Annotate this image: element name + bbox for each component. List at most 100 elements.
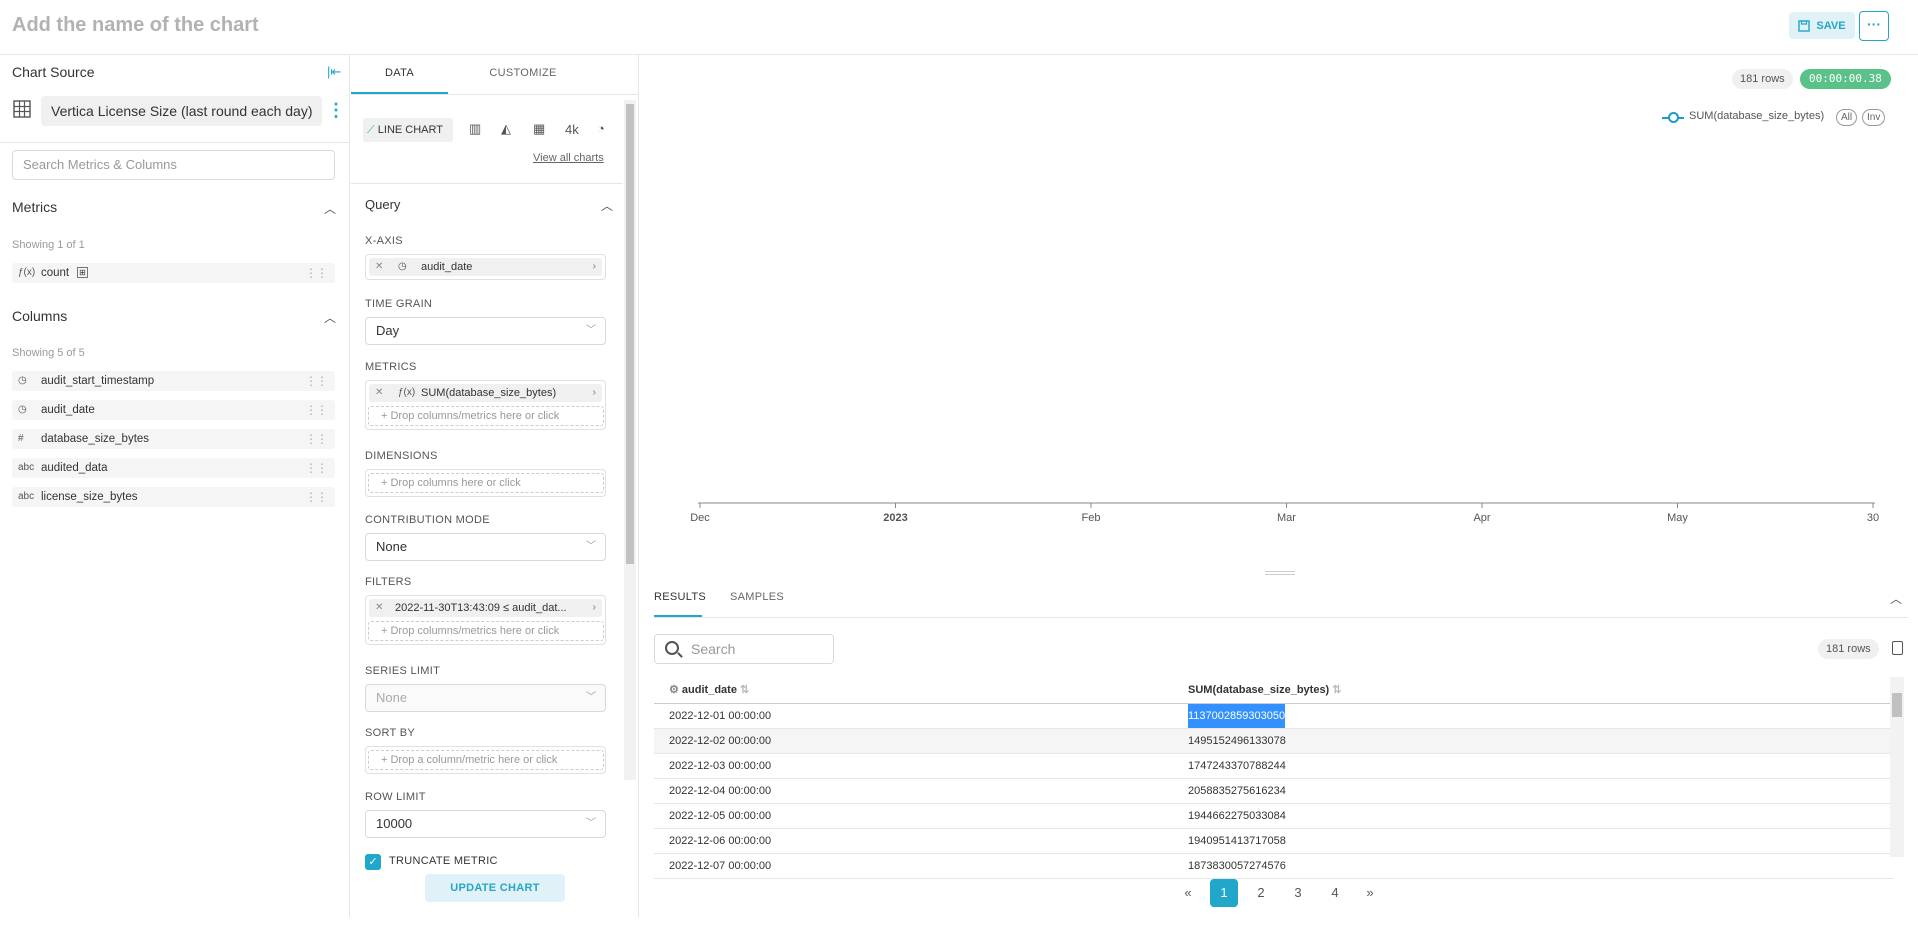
drag-handle-icon[interactable]: ⋮⋮ — [305, 487, 328, 507]
update-chart-button[interactable]: UPDATE CHART — [425, 874, 565, 902]
numeric-icon: # — [18, 433, 24, 444]
save-button[interactable]: SAVE — [1789, 12, 1855, 39]
column-header[interactable]: SUM(database_size_bytes) ⇅ — [1188, 677, 1342, 703]
column-item[interactable]: ◷ audit_date ⋮⋮ — [12, 400, 335, 420]
dataset-menu-icon[interactable]: ⋮ — [327, 100, 345, 120]
drop-filters-zone[interactable]: + Drop columns/metrics here or click — [368, 621, 604, 641]
series-limit-select[interactable]: None ﹀ — [365, 684, 606, 712]
chevron-up-icon[interactable]: ︿ — [324, 200, 336, 217]
remove-icon[interactable]: ✕ — [375, 258, 383, 276]
cell[interactable]: 2022-12-03 00:00:00 — [669, 754, 771, 778]
chevron-up-icon[interactable]: ︿ — [1890, 590, 1902, 607]
cell[interactable]: 2022-12-02 00:00:00 — [669, 729, 771, 753]
table-chart-icon[interactable]: ▦ — [533, 121, 545, 137]
chevron-right-icon[interactable]: › — [593, 384, 596, 402]
drop-metrics-zone[interactable]: + Drop columns/metrics here or click — [368, 406, 604, 426]
top-bar: Add the name of the chart SAVE ··· — [0, 0, 1918, 55]
cell[interactable]: 1944662275033084 — [1188, 804, 1286, 828]
dataset-name[interactable]: Vertica License Size (last round each da… — [41, 96, 323, 126]
cell[interactable]: 1137002859303050 — [1188, 704, 1286, 728]
pie-chart-icon[interactable]: ◔ — [597, 121, 605, 136]
column-item[interactable]: ◷ audit_start_timestamp ⋮⋮ — [12, 371, 335, 391]
tab-data[interactable]: DATA — [351, 55, 448, 94]
truncate-metric-checkbox[interactable]: ✓ — [365, 854, 381, 870]
results-search-input[interactable]: Search — [654, 634, 834, 664]
chevron-right-icon[interactable]: › — [593, 258, 596, 276]
cell[interactable]: 2058835275616234 — [1188, 779, 1286, 803]
cell[interactable]: 1873830057274576 — [1188, 854, 1286, 878]
scrollbar-thumb[interactable] — [626, 104, 634, 564]
cell[interactable]: 2022-12-05 00:00:00 — [669, 804, 771, 828]
bar-chart-icon[interactable]: ▥ — [469, 121, 481, 137]
filter-pill[interactable]: ✕ 2022-11-30T13:43:09 ≤ audit_dat... › — [369, 599, 602, 617]
copy-icon[interactable] — [1892, 641, 1903, 655]
time-grain-select[interactable]: Day ﹀ — [365, 317, 606, 345]
metric-label: count — [41, 267, 70, 279]
drag-handle-icon[interactable]: ⋮⋮ — [305, 458, 328, 478]
tab-samples[interactable]: SAMPLES — [730, 591, 784, 617]
filter-value: 2022-11-30T13:43:09 ≤ audit_dat... — [395, 602, 567, 614]
cell[interactable]: 2022-12-06 00:00:00 — [669, 829, 771, 853]
cell[interactable]: 2022-12-04 00:00:00 — [669, 779, 771, 803]
remove-icon[interactable]: ✕ — [375, 384, 383, 402]
tab-customize[interactable]: CUSTOMIZE — [448, 55, 598, 94]
chart-title-input[interactable]: Add the name of the chart — [12, 14, 259, 37]
drop-sort-zone[interactable]: + Drop a column/metric here or click — [368, 750, 604, 770]
x-axis-value: audit_date — [421, 261, 473, 273]
tab-results[interactable]: RESULTS — [654, 591, 706, 617]
legend-series-label[interactable]: SUM(database_size_bytes) — [1689, 110, 1824, 122]
pagination-page[interactable]: 1 — [1210, 879, 1238, 907]
pagination-page[interactable]: 2 — [1247, 879, 1275, 907]
big-number-viz[interactable]: 4k — [565, 122, 579, 137]
metrics-heading: Metrics — [12, 199, 58, 215]
drag-handle-icon[interactable]: ⋮⋮ — [305, 371, 328, 391]
divider — [0, 142, 350, 143]
cell[interactable]: 2022-12-01 00:00:00 — [669, 704, 771, 728]
columns-heading: Columns — [12, 308, 68, 324]
search-metrics-input[interactable]: Search Metrics & Columns — [12, 150, 335, 180]
settings-icon: ⚙ — [669, 684, 682, 696]
metrics-label: METRICS — [365, 361, 417, 373]
sort-icon: ⇅ — [1329, 684, 1342, 696]
x-axis-pill[interactable]: ✕ ◷ audit_date › — [369, 258, 602, 276]
cell[interactable]: 2022-12-07 00:00:00 — [669, 854, 771, 878]
viz-line-chart[interactable]: ⟋ LINE CHART — [363, 118, 453, 142]
remove-icon[interactable]: ✕ — [375, 599, 383, 617]
area-chart-icon[interactable]: ◭ — [501, 121, 511, 137]
save-label: SAVE — [1816, 19, 1846, 32]
contribution-select[interactable]: None ﹀ — [365, 533, 606, 561]
legend-inv-button[interactable]: Inv — [1862, 109, 1886, 126]
cell[interactable]: 1495152496133078 — [1188, 729, 1286, 753]
chevron-right-icon[interactable]: › — [593, 599, 596, 617]
pagination-page[interactable]: 4 — [1321, 879, 1349, 907]
metric-item[interactable]: ƒ(x) count ⊞ ⋮⋮ — [12, 263, 335, 283]
legend-all-button[interactable]: All — [1836, 109, 1858, 126]
cell[interactable]: 1747243370788244 — [1188, 754, 1286, 778]
chevron-up-icon[interactable]: ︿ — [601, 197, 613, 214]
viz-line-chart-label: LINE CHART — [377, 124, 443, 136]
column-item[interactable]: abc license_size_bytes ⋮⋮ — [12, 487, 335, 507]
cell[interactable]: 1940951413717058 — [1188, 829, 1286, 853]
metric-pill[interactable]: ✕ ƒ(x) SUM(database_size_bytes) › — [369, 384, 602, 402]
drag-handle-icon[interactable]: ⋮⋮ — [305, 429, 328, 449]
scrollbar-thumb[interactable] — [1892, 693, 1902, 717]
resize-handle[interactable] — [1265, 571, 1295, 572]
resize-handle[interactable] — [1265, 574, 1295, 575]
collapse-panel-icon[interactable]: |⇤ — [327, 64, 341, 80]
drag-handle-icon[interactable]: ⋮⋮ — [305, 400, 328, 420]
more-actions-button[interactable]: ··· — [1859, 11, 1889, 41]
chevron-up-icon[interactable]: ︿ — [324, 309, 336, 326]
drop-dimensions-zone[interactable]: + Drop columns here or click — [368, 473, 604, 493]
pagination-prev[interactable]: « — [1174, 879, 1202, 907]
scrollbar[interactable] — [624, 100, 636, 780]
table-scrollbar[interactable] — [1890, 677, 1904, 857]
row-limit-select[interactable]: 10000 ﹀ — [365, 810, 606, 838]
pagination-page[interactable]: 3 — [1284, 879, 1312, 907]
pagination-next[interactable]: » — [1356, 879, 1384, 907]
column-header[interactable]: ⚙ audit_date ⇅ — [669, 677, 749, 703]
column-item[interactable]: # database_size_bytes ⋮⋮ — [12, 429, 335, 449]
x-axis-control: ✕ ◷ audit_date › — [365, 254, 606, 280]
drag-handle-icon[interactable]: ⋮⋮ — [305, 263, 328, 283]
view-all-charts-link[interactable]: View all charts — [533, 152, 604, 164]
column-item[interactable]: abc audited_data ⋮⋮ — [12, 458, 335, 478]
